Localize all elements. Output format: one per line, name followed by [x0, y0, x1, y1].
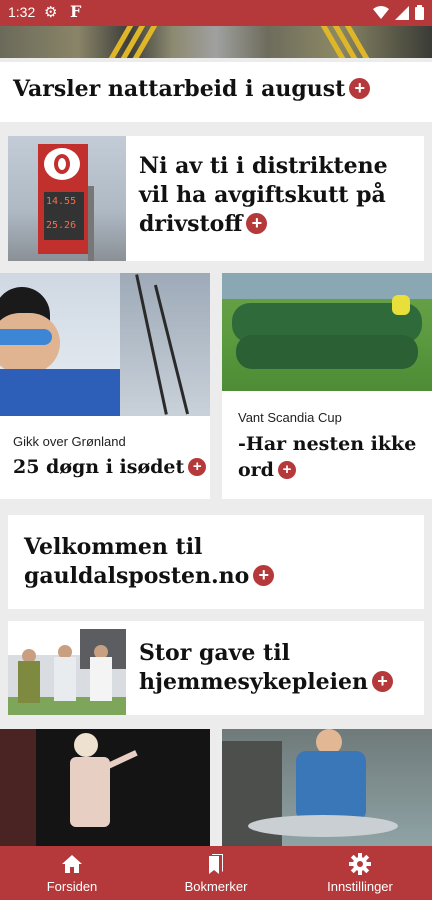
home-icon	[62, 855, 82, 873]
article-image-partial[interactable]	[0, 26, 432, 58]
article-headline: Varsler nattarbeid i august	[13, 76, 346, 102]
article-image: 14.55 25.26	[8, 136, 126, 261]
article-image	[222, 273, 432, 391]
article-headline: -Har nesten ikke ord	[238, 433, 417, 481]
article-card[interactable]: 14.55 25.26 Ni av ti i distriktene vil h…	[8, 136, 424, 261]
bottom-navigation: Forsiden Bokmerker Innstillinger	[0, 846, 432, 900]
app-notification-icon: F	[70, 2, 82, 21]
article-headline: Stor gave til hjemmesykepleien	[139, 640, 369, 695]
article-card[interactable]: Velkommen til gauldalsposten.no +	[8, 515, 424, 609]
settings-icon: ⚙	[44, 4, 58, 21]
article-kicker: Vant Scandia Cup	[238, 410, 342, 425]
wifi-icon	[373, 5, 389, 19]
article-headline: 25 døgn i isødet	[13, 456, 185, 478]
article-image	[0, 729, 210, 846]
article-card[interactable]: Stor gave til hjemmesykepleien +	[8, 621, 424, 715]
plus-icon: +	[349, 78, 371, 99]
sign-price: 25.26	[46, 220, 77, 231]
nav-bokmerker[interactable]: Bokmerker	[144, 846, 288, 900]
nav-label: Forsiden	[46, 879, 98, 894]
status-time: 1:32	[8, 4, 36, 20]
article-image	[0, 273, 210, 416]
status-bar: 1:32 ⚙ F	[0, 0, 432, 26]
signal-icon	[395, 5, 409, 20]
nav-label: Bokmerker	[184, 879, 248, 894]
plus-icon: +	[253, 565, 275, 586]
sign-price: 14.55	[46, 196, 77, 207]
nav-forsiden[interactable]: Forsiden	[0, 846, 144, 900]
article-image	[8, 621, 126, 715]
settings-icon	[349, 853, 371, 875]
article-image	[222, 729, 432, 846]
article-card[interactable]: Varsler nattarbeid i august +	[0, 62, 432, 122]
article-card[interactable]	[222, 729, 432, 846]
nav-innstillinger[interactable]: Innstillinger	[288, 846, 432, 900]
article-kicker: Gikk over Grønland	[13, 434, 126, 449]
article-headline: Velkommen til gauldalsposten.no	[24, 534, 250, 589]
plus-icon: +	[277, 461, 296, 479]
plus-icon: +	[372, 671, 394, 692]
article-card[interactable]	[0, 729, 210, 846]
plus-icon: +	[246, 213, 268, 234]
plus-icon: +	[188, 458, 207, 476]
nav-label: Innstillinger	[327, 879, 393, 894]
article-card[interactable]: Vant Scandia Cup -Har nesten ikke ord +	[222, 273, 432, 499]
battery-icon	[415, 5, 424, 20]
article-card[interactable]: Gikk over Grønland 25 døgn i isødet +	[0, 273, 210, 499]
status-icons	[373, 5, 424, 20]
bookmarks-icon	[209, 854, 223, 874]
